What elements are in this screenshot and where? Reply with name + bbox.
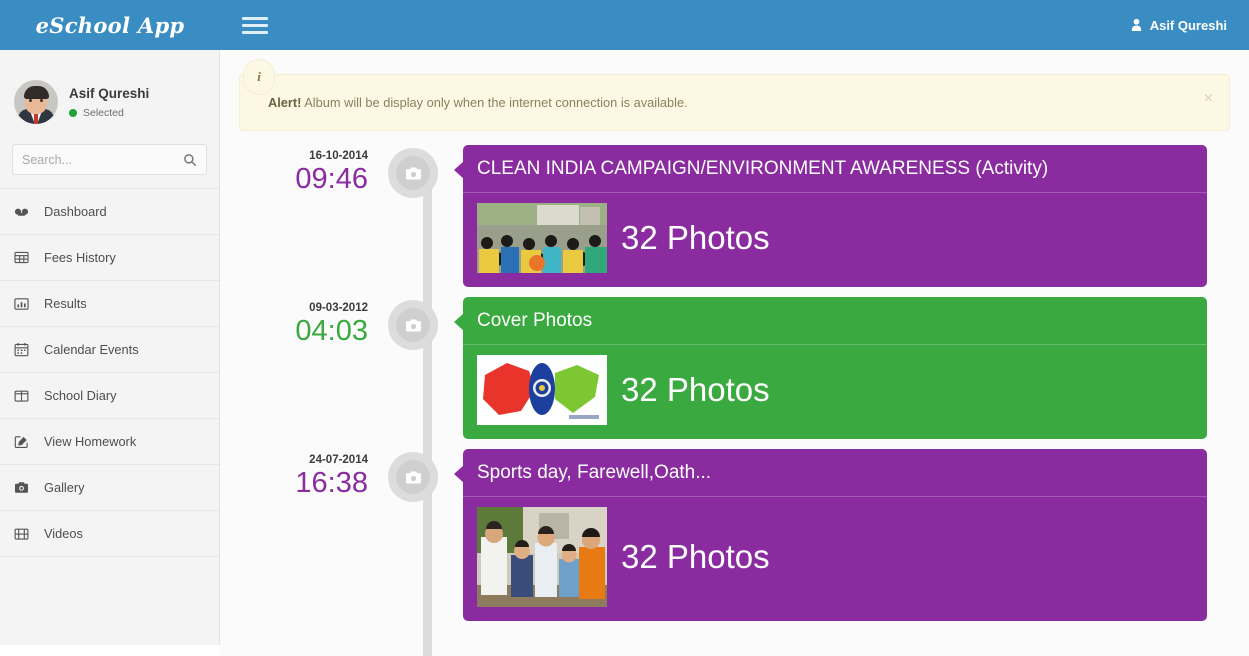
entry-date: 09-03-2012 [309,302,368,314]
album-body: 32 Photos [463,193,1207,287]
sidebar-item-label: View Homework [44,434,137,449]
profile-status-label: Selected [83,106,124,119]
profile-block[interactable]: Asif Qureshi Selected [0,50,219,138]
timeline-marker[interactable] [385,449,441,502]
user-icon [1130,18,1143,32]
sidebar-item-results[interactable]: Results [0,281,219,327]
search-box[interactable] [12,144,207,175]
album-card[interactable]: Sports day, Farewell,Oath... 32 Photos [454,449,1207,621]
timeline-when: 16-10-2014 09:46 [220,145,385,196]
album-body: 32 Photos [463,497,1207,621]
gallery-timeline: 16-10-2014 09:46 CLEAN INDIA CAMPAIGN/EN… [220,145,1249,656]
album-thumbnail[interactable] [477,507,607,607]
sidebar-nav: Dashboard Fees History Results Calendar … [0,188,219,557]
camera-icon [14,481,34,494]
bar-chart-icon [14,297,34,311]
close-icon[interactable]: × [1204,91,1213,107]
entry-date: 24-07-2014 [309,454,368,466]
profile-name: Asif Qureshi [69,85,150,101]
sidebar-item-calendar-events[interactable]: Calendar Events [0,327,219,373]
album-card[interactable]: CLEAN INDIA CAMPAIGN/ENVIRONMENT AWARENE… [454,145,1207,287]
profile-meta: Asif Qureshi Selected [69,86,149,119]
sidebar: eSchool App Asif Qureshi Selected Search… [0,0,220,645]
album-photo-count: 32 Photos [621,538,770,575]
alert-message: Alert! Album will be display only when t… [268,95,688,110]
album-title: Cover Photos [463,297,1207,345]
timeline-when: 09-03-2012 04:03 [220,297,385,348]
avatar [14,80,58,124]
brand-logo[interactable]: eSchool App [0,0,220,50]
brand-title: eSchool App [35,12,185,38]
album-thumbnail[interactable] [477,355,607,425]
album-title: CLEAN INDIA CAMPAIGN/ENVIRONMENT AWARENE… [463,145,1207,193]
table-icon [14,251,34,264]
sidebar-item-label: Videos [44,526,83,541]
main-content: i Alert! Album will be display only when… [220,50,1249,656]
page-root: eSchool App Asif Qureshi Selected Search… [0,0,1249,656]
search-input[interactable] [22,152,183,167]
alert-body: Album will be display only when the inte… [301,95,688,110]
timeline-marker[interactable] [385,297,441,350]
film-icon [14,527,34,541]
sidebar-item-gallery[interactable]: Gallery [0,465,219,511]
album-photo-count: 32 Photos [621,219,770,256]
info-icon: i [243,59,275,95]
calendar-icon [14,342,34,357]
header-user-menu[interactable]: Asif Qureshi [1130,18,1227,33]
entry-date: 16-10-2014 [309,150,368,162]
sidebar-item-label: Gallery [44,480,85,495]
album-body: 32 Photos [463,345,1207,439]
timeline-dot[interactable] [388,148,438,198]
header-user-name: Asif Qureshi [1149,17,1227,33]
album-title: Sports day, Farewell,Oath... [463,449,1207,497]
timeline-entry: 09-03-2012 04:03 Cover Photos 32 Photos [220,297,1249,439]
profile-status: Selected [69,107,149,119]
entry-time: 16:38 [295,467,368,499]
sidebar-item-dashboard[interactable]: Dashboard [0,189,219,235]
sidebar-item-label: School Diary [44,388,117,403]
sidebar-item-label: Calendar Events [44,342,139,357]
timeline-marker[interactable] [385,145,441,198]
timeline-when: 24-07-2014 16:38 [220,449,385,500]
search-wrapper [0,138,219,175]
sidebar-item-videos[interactable]: Videos [0,511,219,557]
camera-icon [396,308,430,342]
alert-strong: Alert! [268,95,302,110]
sidebar-item-label: Results [44,296,87,311]
alert-banner: i Alert! Album will be display only when… [239,59,1230,131]
timeline-entry: 24-07-2014 16:38 Sports day, Farewell,Oa… [220,449,1249,621]
status-dot-icon [69,108,77,117]
album-thumbnail[interactable] [477,203,607,273]
dashboard-icon [14,204,34,219]
hamburger-icon[interactable] [242,16,268,34]
album-photo-count: 32 Photos [621,371,770,408]
entry-time: 09:46 [295,163,368,195]
search-icon[interactable] [183,153,197,167]
timeline-dot[interactable] [388,452,438,502]
sidebar-item-label: Fees History [44,250,116,265]
top-header: Asif Qureshi [220,0,1249,50]
edit-icon [14,435,34,449]
columns-icon [14,389,34,403]
timeline-entry: 16-10-2014 09:46 CLEAN INDIA CAMPAIGN/EN… [220,145,1249,287]
album-card[interactable]: Cover Photos 32 Photos [454,297,1207,439]
camera-icon [396,460,430,494]
sidebar-item-view-homework[interactable]: View Homework [0,419,219,465]
sidebar-item-label: Dashboard [44,204,107,219]
entry-time: 04:03 [295,315,368,347]
camera-icon [396,156,430,190]
timeline-dot[interactable] [388,300,438,350]
sidebar-item-fees-history[interactable]: Fees History [0,235,219,281]
sidebar-item-school-diary[interactable]: School Diary [0,373,219,419]
